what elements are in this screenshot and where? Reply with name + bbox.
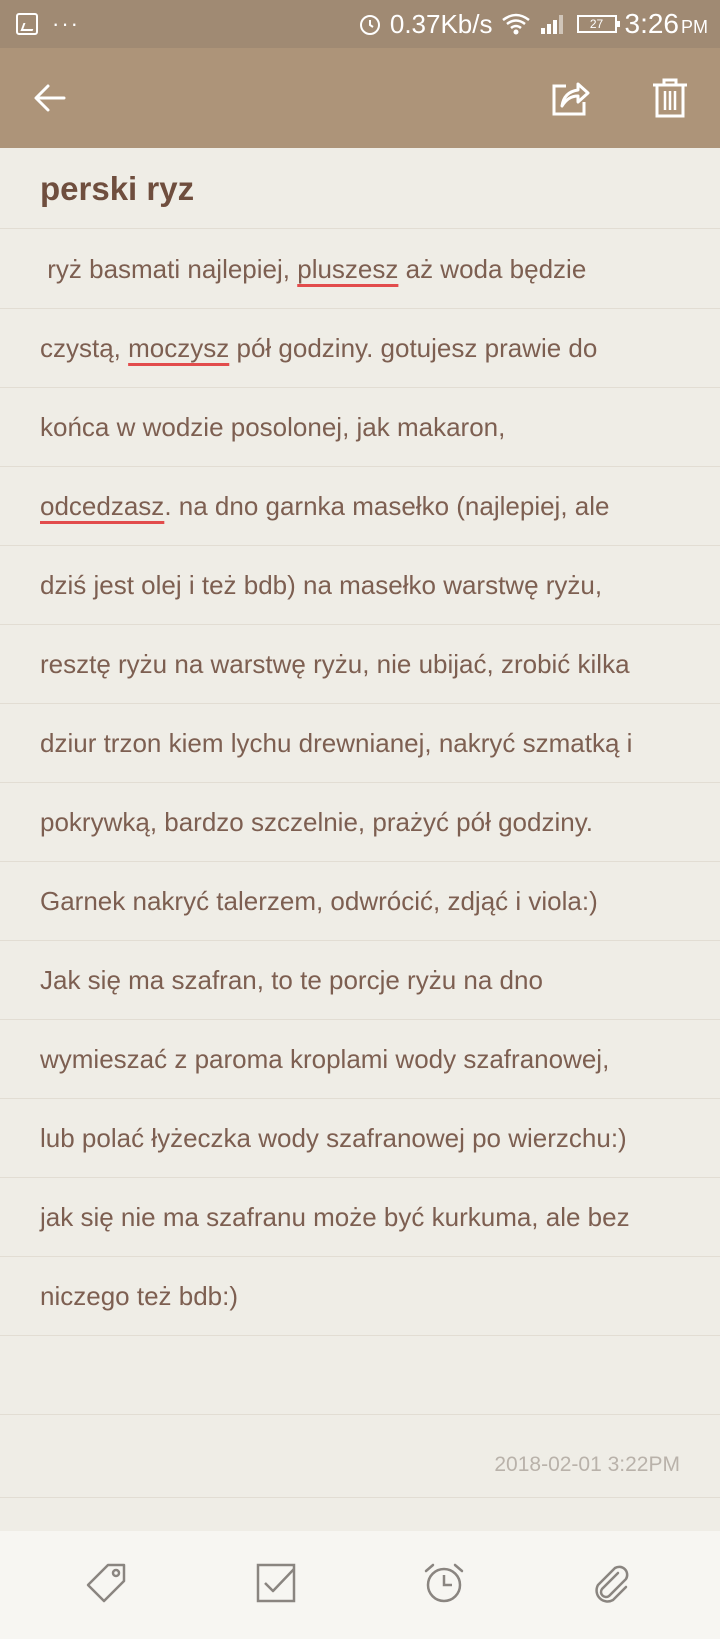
note-line[interactable]: wymieszać z paroma kroplami wody szafran… (0, 1020, 720, 1099)
note-line[interactable]: Jak się ma szafran, to te porcje ryżu na… (0, 941, 720, 1020)
note-line[interactable]: ryż basmati najlepiej, pluszesz aż woda … (0, 230, 720, 309)
note-text: dziś jest olej i też bdb) na masełko war… (40, 569, 603, 600)
timestamp-divider (0, 1497, 720, 1498)
screenshot-icon (16, 13, 38, 35)
delete-button[interactable] (644, 72, 696, 124)
attachment-icon (595, 1565, 629, 1603)
spellcheck-word: odcedzasz (40, 490, 165, 521)
note-line[interactable]: dziur trzon kiem lychu drewnianej, nakry… (0, 704, 720, 783)
note-text: Jak się ma szafran, to te porcje ryżu na… (40, 964, 543, 995)
wifi-icon (501, 13, 530, 35)
back-arrow-icon (34, 84, 66, 112)
note-line[interactable]: niczego też bdb:) (0, 1257, 720, 1336)
tag-icon (86, 1563, 126, 1603)
checklist-button[interactable] (246, 1553, 306, 1613)
status-bar: ··· 0.37Kb/s 27 3:26 PM (0, 0, 720, 48)
status-bar-left: ··· (16, 11, 80, 37)
attachment-button[interactable] (582, 1553, 642, 1613)
clock-ampm: PM (681, 17, 708, 37)
note-text: dziur trzon kiem lychu drewnianej, nakry… (40, 727, 633, 758)
share-button[interactable] (544, 72, 596, 124)
empty-note-line[interactable] (0, 1336, 720, 1415)
alarm-icon (359, 15, 380, 35)
spellcheck-word: moczysz (128, 332, 230, 363)
note-title[interactable]: perski ryz (40, 170, 194, 208)
note-line[interactable]: odcedzasz. na dno garnka masełko (najlep… (0, 467, 720, 546)
net-speed: 0.37Kb/s (389, 8, 493, 39)
trash-icon (653, 78, 687, 118)
reminder-button[interactable] (414, 1553, 474, 1613)
app-toolbar (0, 48, 720, 148)
note-text: pokrywką, bardzo szczelnie, prażyć pół g… (40, 806, 593, 837)
note-text: Garnek nakryć talerzem, odwrócić, zdjąć … (40, 885, 598, 916)
bottom-toolbar (0, 1531, 720, 1639)
status-time: 3:26 PM (625, 8, 709, 40)
note-line[interactable]: jak się nie ma szafranu może być kurkuma… (0, 1178, 720, 1257)
note-text: aż woda będzie (398, 253, 587, 284)
note-text: jak się nie ma szafranu może być kurkuma… (40, 1201, 630, 1232)
spellcheck-word: pluszesz (297, 253, 399, 284)
note-text: wymieszać z paroma kroplami wody szafran… (40, 1043, 610, 1074)
note-line[interactable]: dziś jest olej i też bdb) na masełko war… (0, 546, 720, 625)
checkbox-icon (256, 1563, 296, 1603)
title-divider (0, 228, 720, 229)
note-text: czystą, (40, 332, 129, 363)
tag-button[interactable] (76, 1553, 136, 1613)
battery-level: 27 (589, 17, 604, 31)
note-line[interactable]: resztę ryżu na warstwę ryżu, nie ubijać,… (0, 625, 720, 704)
note-text: resztę ryżu na warstwę ryżu, nie ubijać,… (40, 648, 630, 679)
alarm-clock-icon (424, 1563, 464, 1603)
note-line[interactable]: czystą, moczysz pół godziny. gotujesz pr… (0, 309, 720, 388)
note-line[interactable]: końca w wodzie posolonej, jak makaron, (0, 388, 720, 467)
note-text: końca w wodzie posolonej, jak makaron, (40, 411, 506, 442)
note-text: lub polać łyżeczka wody szafranowej po w… (40, 1122, 627, 1153)
note-text: ryż basmati najlepiej, (40, 253, 298, 284)
note-timestamp: 2018-02-01 3:22PM (494, 1453, 680, 1476)
note-text: . na dno garnka masełko (najlepiej, ale (164, 490, 610, 521)
share-icon (552, 82, 590, 116)
signal-icon (540, 15, 563, 34)
note-text: pół godziny. gotujesz prawie do (229, 332, 598, 363)
battery-icon: 27 (576, 15, 620, 33)
note-line[interactable]: pokrywką, bardzo szczelnie, prażyć pół g… (0, 783, 720, 862)
note-text: niczego też bdb:) (40, 1280, 239, 1311)
note-line[interactable]: lub polać łyżeczka wody szafranowej po w… (0, 1099, 720, 1178)
more-dots-icon: ··· (52, 11, 80, 36)
note-line[interactable]: Garnek nakryć talerzem, odwrócić, zdjąć … (0, 862, 720, 941)
note-body[interactable]: ryż basmati najlepiej, pluszesz aż woda … (0, 230, 720, 1415)
status-bar-right: 0.37Kb/s 27 3:26 PM (358, 0, 708, 48)
clock-time: 3:26 (624, 8, 680, 39)
back-button[interactable] (24, 72, 76, 124)
